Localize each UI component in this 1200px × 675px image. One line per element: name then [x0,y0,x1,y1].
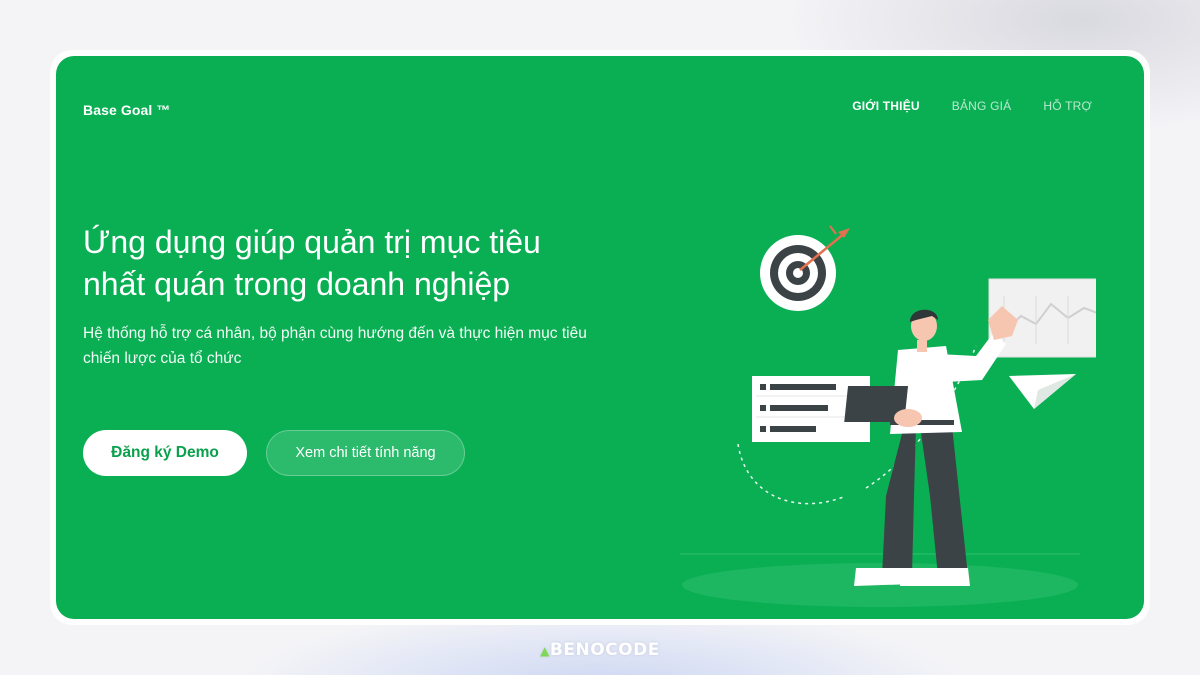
person-figure [844,306,1018,586]
subline-line-2: chiến lược của tổ chức [83,350,242,367]
hero-illustration [680,225,1096,607]
nav-item-bang-gia[interactable]: BẢNG GIÁ [952,99,1012,113]
top-nav: GIỚI THIỆU BẢNG GIÁ HỖ TRỢ [852,99,1092,113]
hero-card: Base Goal ™ GIỚI THIỆU BẢNG GIÁ HỖ TRỢ Ứ… [56,56,1144,619]
brand-logo[interactable]: Base Goal ™ [83,102,170,118]
headline-line-1: Ứng dụng giúp quản trị mục tiêu [83,224,541,260]
nav-item-gioi-thieu[interactable]: GIỚI THIỆU [852,99,920,113]
leaf-icon: ▲ [540,644,550,658]
target-icon [760,225,850,311]
hero-subline: Hệ thống hỗ trợ cá nhân, bộ phận cùng hư… [83,321,643,371]
view-features-button[interactable]: Xem chi tiết tính năng [266,430,465,476]
watermark-text: BENOCODE [549,640,660,660]
paper-plane-icon [1009,374,1076,409]
headline-line-2: nhất quán trong doanh nghiệp [83,266,511,302]
subline-line-1: Hệ thống hỗ trợ cá nhân, bộ phận cùng hư… [83,325,587,342]
watermark-logo: ▲BENOCODE [0,640,1200,660]
hero-headline: Ứng dụng giúp quản trị mục tiêu nhất quá… [83,221,643,305]
nav-item-ho-tro[interactable]: HỖ TRỢ [1043,99,1092,113]
register-demo-button[interactable]: Đăng ký Demo [83,430,247,476]
